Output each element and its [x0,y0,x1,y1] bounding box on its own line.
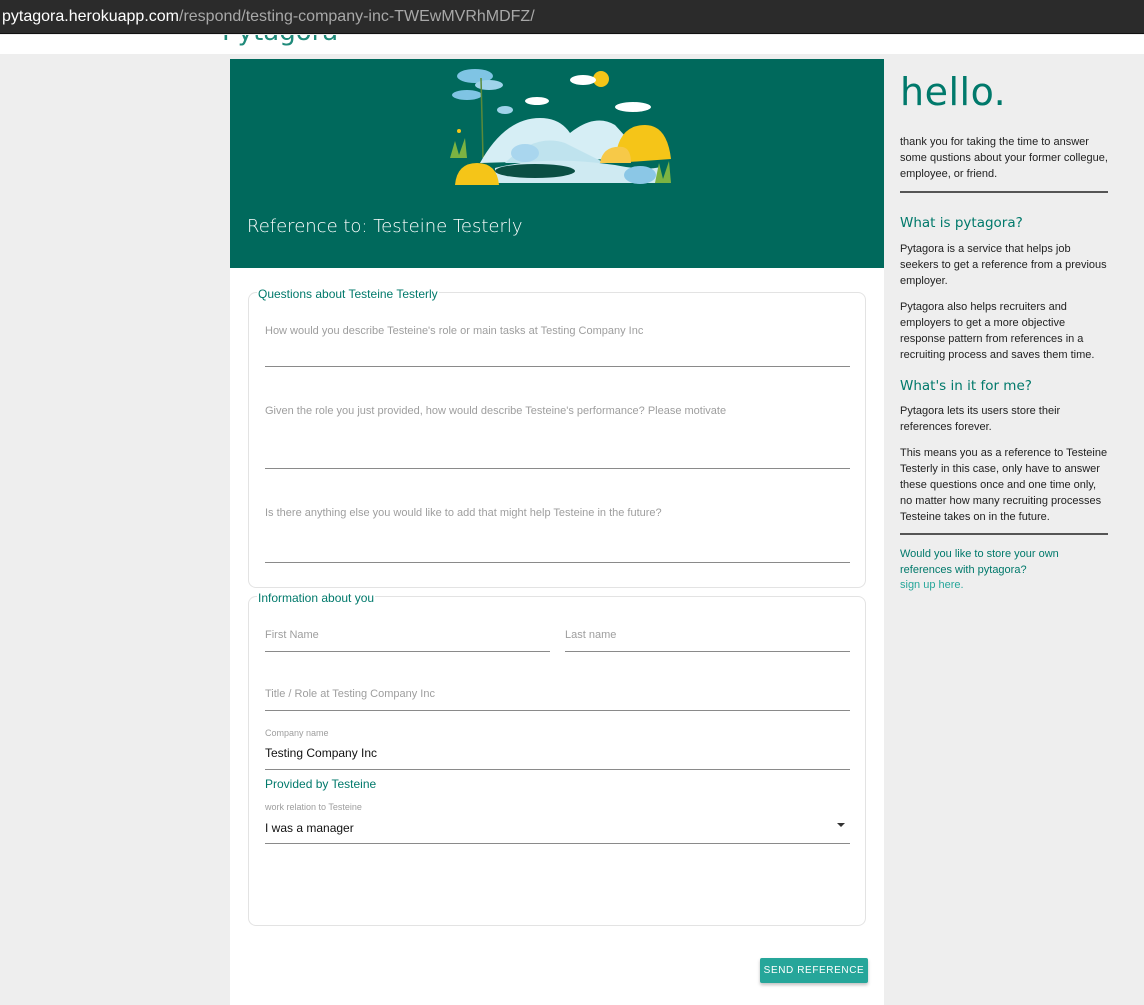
last-name-placeholder: Last name [565,629,617,641]
performance-placeholder: Given the role you just provided, how wo… [265,405,727,417]
title-role-placeholder: Title / Role at Testing Company Inc [265,688,435,700]
additional-comments-placeholder: Is there anything else you would like to… [265,507,662,519]
app-header: Pytagora [0,35,1144,54]
company-name-label: Company name [265,728,329,738]
benefit-heading: What's in it for me? [900,378,1032,394]
role-tasks-input[interactable]: How would you describe Testeine's role o… [265,324,850,367]
role-tasks-placeholder: How would you describe Testeine's role o… [265,325,644,337]
divider [900,191,1108,193]
performance-input[interactable]: Given the role you just provided, how wo… [265,404,850,469]
first-name-input[interactable]: First Name [265,628,550,652]
url-host: pytagora.herokuapp.com [2,7,179,25]
additional-comments-input[interactable]: Is there anything else you would like to… [265,506,850,563]
hero-title: Reference to: Testeine Testerly [247,216,523,237]
what-is-heading: What is pytagora? [900,215,1023,231]
divider [900,533,1108,535]
what-is-text-1: Pytagora is a service that helps job see… [900,243,1107,287]
intro-text: thank you for taking the time to answer … [900,136,1108,180]
hero-banner: Reference to: Testeine Testerly [230,59,884,268]
url-path: /respond/testing-company-inc-TWEwMVRhMDF… [179,7,535,25]
benefit-text-2: This means you as a reference to Testein… [900,447,1108,523]
signup-prompt: Would you like to store your own referen… [900,548,1059,576]
hello-heading: hello. [900,70,1007,114]
work-relation-label: work relation to Testeine [265,802,362,812]
work-relation-value: I was a manager [265,821,354,835]
work-relation-select[interactable]: work relation to Testeine I was a manage… [265,802,850,844]
send-reference-button[interactable]: SEND REFERENCE [760,958,868,983]
what-is-text-2: Pytagora also helps recruiters and emplo… [900,301,1095,361]
signup-link[interactable]: sign up here. [900,579,964,591]
landscape-illustration [450,69,671,185]
brand-logo-text[interactable]: Pytagora [222,35,338,47]
title-role-input[interactable]: Title / Role at Testing Company Inc [265,687,850,711]
reference-form-card: Reference to: Testeine Testerly Question… [230,59,884,1005]
company-name-value: Testing Company Inc [265,746,378,760]
browser-url-bar[interactable]: pytagora.herokuapp.com/respond/testing-c… [0,0,1144,34]
last-name-input[interactable]: Last name [565,628,850,652]
provided-by-text: Provided by Testeine [265,777,377,791]
first-name-placeholder: First Name [265,629,319,641]
company-name-input[interactable]: Company name Testing Company Inc [265,728,850,770]
benefit-text-1: Pytagora lets its users store their refe… [900,405,1061,433]
caret-down-icon[interactable] [837,823,845,827]
questions-legend: Questions about Testeine Testerly [257,287,439,301]
info-legend: Information about you [257,591,376,605]
